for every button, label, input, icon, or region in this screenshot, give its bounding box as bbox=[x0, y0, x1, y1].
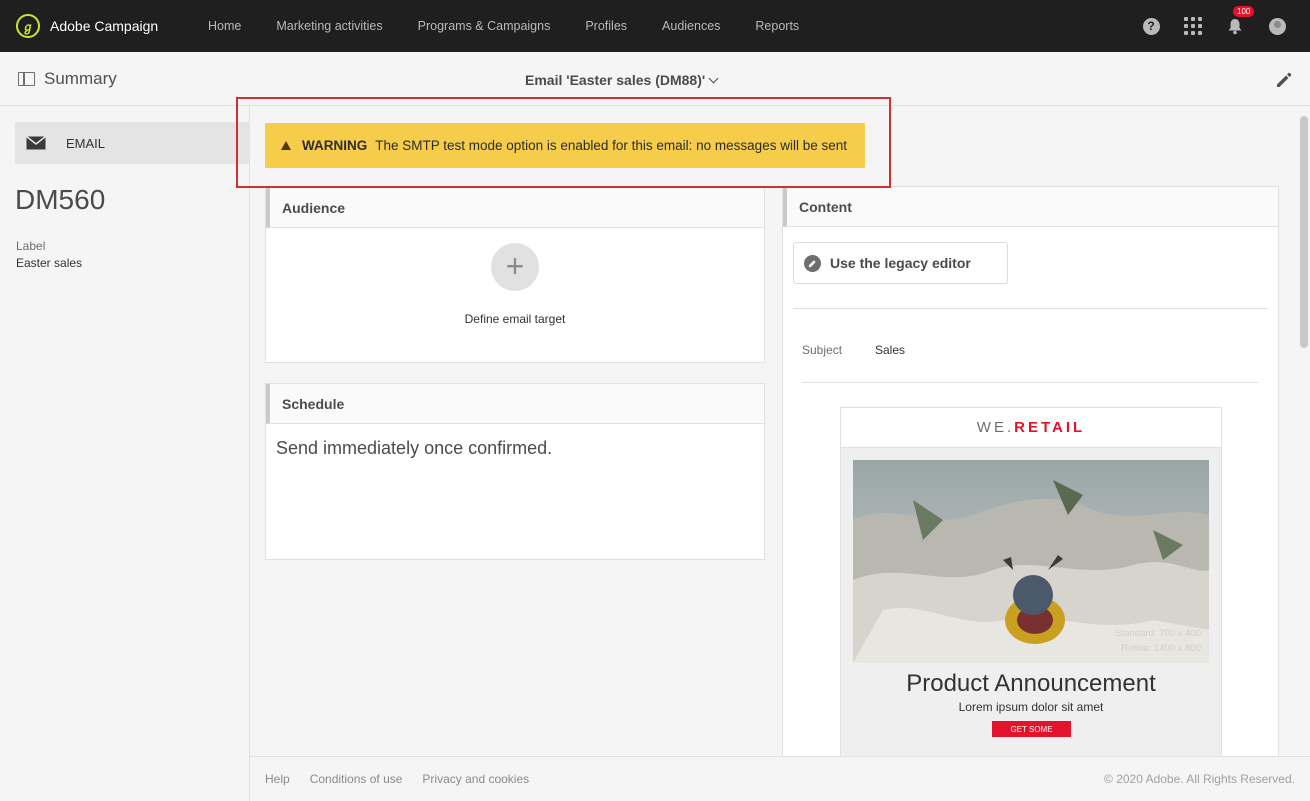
avatar bbox=[1268, 17, 1286, 35]
chevron-down-icon bbox=[708, 73, 719, 83]
nav-item-programs-campaigns[interactable]: Programs & Campaigns bbox=[418, 19, 551, 33]
label-key: Label bbox=[16, 239, 46, 253]
sidebar-item-email[interactable]: EMAIL bbox=[15, 122, 250, 164]
preview-headline: Product Announcement bbox=[906, 670, 1156, 697]
footer: Help Conditions of use Privacy and cooki… bbox=[250, 756, 1310, 801]
subject-label: Subject bbox=[802, 343, 843, 357]
get-some-button[interactable]: GET SOME bbox=[992, 721, 1071, 737]
nav-item-audiences[interactable]: Audiences bbox=[662, 19, 720, 33]
footer-link-help[interactable]: Help bbox=[265, 772, 290, 786]
email-preview[interactable]: WE. RETAIL Standard: 700 x 400 Retina: 1… bbox=[840, 407, 1222, 767]
divider bbox=[793, 308, 1268, 309]
add-target-button[interactable]: + bbox=[491, 243, 539, 291]
image-caption-2: Retina: 1400 x 800 bbox=[1121, 643, 1201, 654]
divider bbox=[802, 382, 1258, 383]
footer-link-conditions[interactable]: Conditions of use bbox=[310, 772, 403, 786]
subject-value: Sales bbox=[875, 343, 906, 357]
logo-retail: RETAIL bbox=[1014, 419, 1086, 436]
footer-link-privacy[interactable]: Privacy and cookies bbox=[422, 772, 529, 786]
delivery-id: DM560 bbox=[15, 184, 106, 215]
hero-image: Standard: 700 x 400 Retina: 1400 x 800 bbox=[853, 460, 1209, 663]
schedule-card-title: Schedule bbox=[266, 384, 764, 424]
summary-toggle[interactable]: Summary bbox=[18, 69, 117, 89]
nav-item-home[interactable]: Home bbox=[208, 19, 241, 33]
summary-sidebar: EMAIL DM560 Label Easter sales bbox=[0, 106, 250, 801]
use-legacy-editor-button[interactable]: Use the legacy editor bbox=[793, 242, 1008, 284]
adobe-campaign-logo-icon: ℊ bbox=[16, 14, 40, 38]
vertical-scrollbar[interactable] bbox=[1298, 106, 1310, 756]
logo-we: WE. bbox=[976, 419, 1015, 436]
schedule-card: Schedule Send immediately once confirmed… bbox=[265, 383, 765, 560]
nav-item-reports[interactable]: Reports bbox=[755, 19, 799, 33]
top-navigation-bar: ℊ Adobe Campaign Home Marketing activiti… bbox=[0, 0, 1310, 52]
edit-pencil-icon[interactable] bbox=[1274, 70, 1294, 90]
legacy-editor-label: Use the legacy editor bbox=[830, 255, 971, 271]
content-card: Content Use the legacy editor Subject Sa… bbox=[782, 186, 1279, 767]
sidebar-item-label: EMAIL bbox=[66, 135, 106, 151]
copyright: © 2020 Adobe. All Rights Reserved. bbox=[1104, 772, 1295, 786]
preview-body-text: Lorem ipsum dolor sit amet bbox=[958, 700, 1104, 714]
envelope-icon bbox=[26, 136, 46, 150]
apps-button[interactable] bbox=[1182, 15, 1204, 37]
warning-highlight-box bbox=[236, 97, 891, 188]
page-title: Email 'Easter sales (DM88)' bbox=[525, 72, 706, 88]
notifications-button[interactable]: 100 bbox=[1224, 6, 1255, 37]
summary-label: Summary bbox=[44, 69, 117, 88]
top-icons: ? 100 bbox=[1120, 0, 1288, 52]
apps-grid-icon bbox=[1184, 17, 1202, 35]
scrollbar-thumb[interactable] bbox=[1300, 116, 1308, 348]
brand[interactable]: ℊ Adobe Campaign bbox=[16, 14, 208, 38]
audience-card-title: Audience bbox=[266, 188, 764, 228]
help-icon: ? bbox=[1142, 17, 1160, 35]
user-profile-button[interactable] bbox=[1266, 15, 1288, 37]
content-card-title: Content bbox=[783, 187, 1278, 227]
bell-icon bbox=[1228, 18, 1242, 34]
plus-icon: + bbox=[505, 247, 525, 284]
page-title-dropdown[interactable]: Email 'Easter sales (DM88)' bbox=[525, 72, 719, 88]
nav-item-marketing-activities[interactable]: Marketing activities bbox=[276, 19, 382, 33]
help-button[interactable]: ? bbox=[1140, 15, 1162, 37]
nav-item-profiles[interactable]: Profiles bbox=[585, 19, 627, 33]
image-caption-1: Standard: 700 x 400 bbox=[1115, 628, 1201, 639]
schedule-text[interactable]: Send immediately once confirmed. bbox=[266, 424, 764, 473]
app-name: Adobe Campaign bbox=[50, 18, 159, 34]
notifications-badge: 100 bbox=[1233, 6, 1255, 17]
define-email-target-link[interactable]: Define email target bbox=[266, 312, 764, 326]
edit-icon bbox=[804, 254, 821, 272]
sidebar-panel-icon bbox=[18, 72, 35, 86]
we-retail-logo: WE. RETAIL bbox=[841, 408, 1221, 448]
label-value: Easter sales bbox=[16, 256, 83, 270]
main-nav: Home Marketing activities Programs & Cam… bbox=[208, 19, 834, 33]
audience-card: Audience + Define email target bbox=[265, 187, 765, 363]
